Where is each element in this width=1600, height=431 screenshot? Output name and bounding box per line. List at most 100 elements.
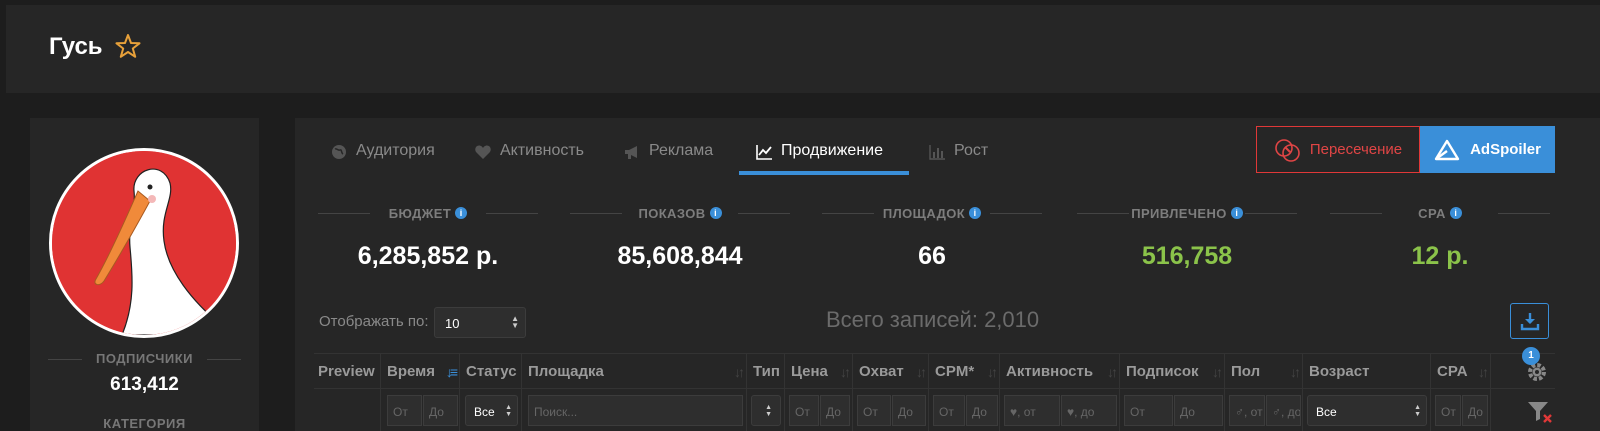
stat-value: 12 р. <box>1411 242 1469 270</box>
time-from-input[interactable]: От <box>387 395 422 426</box>
page: Гусь ПОДПИСЧИКИ 613,412 КАТЕГОРИЯ Аудито… <box>0 0 1600 431</box>
stat-value: 516,758 <box>1141 242 1233 270</box>
subs-from-input[interactable]: От <box>1124 395 1173 426</box>
filter-row: От До Все ▲ ▼ Поиск... ▲ ▼ От До От До От Д… <box>314 389 1555 431</box>
stat-cpa: CPA i 12 р. <box>1330 205 1550 271</box>
tab-label: Продвижение <box>781 142 883 159</box>
sort-icon[interactable]: ↓↑ <box>1290 364 1301 380</box>
stat-label: ПРИВЛЕЧЕНО <box>1131 205 1227 221</box>
sex-to-input[interactable]: ♂, до <box>1266 395 1301 426</box>
adspoiler-logo-icon <box>1434 139 1460 160</box>
column-cpm[interactable]: CPM* ↓↑ <box>928 354 999 390</box>
info-icon[interactable]: i <box>1230 207 1243 219</box>
time-to-input[interactable]: До <box>423 395 458 426</box>
sort-icon[interactable]: ↓↑ <box>734 364 745 380</box>
bar-chart-icon <box>929 145 945 160</box>
age-select[interactable]: Все ▲ ▼ <box>1307 395 1427 426</box>
sort-icon[interactable]: ↓↑ <box>1107 364 1118 380</box>
sort-icon[interactable]: ↓↑ <box>840 364 851 380</box>
total-records: Всего записей: 2,010 <box>826 307 1040 332</box>
column-reach[interactable]: Охват ↓↑ <box>852 354 928 390</box>
line-chart-icon <box>756 145 772 160</box>
intersect-icon <box>1275 138 1300 162</box>
sort-icon[interactable]: ↓↑ <box>1478 364 1489 380</box>
tab-ads[interactable]: Реклама <box>623 142 713 182</box>
price-to-input[interactable]: До <box>820 395 850 426</box>
page-size-select[interactable]: 10 ▲ ▼ <box>434 307 526 338</box>
stat-value: 6,285,852 р. <box>357 242 499 270</box>
stat-budget: БЮДЖЕТ i 6,285,852 р. <box>318 205 538 271</box>
tab-label: Реклама <box>649 142 714 159</box>
clear-filter-icon[interactable] <box>1527 400 1555 424</box>
globe-icon <box>332 145 346 159</box>
sort-icon[interactable]: ↓↑ <box>916 364 927 380</box>
page-size-label: Отображать по: <box>319 313 429 330</box>
column-platform[interactable]: Площадка ↓↑ <box>521 354 746 390</box>
active-tab-indicator <box>739 171 909 175</box>
cpa-to-input[interactable]: До <box>1462 395 1488 426</box>
adspoiler-button[interactable]: AdSpoiler <box>1420 126 1555 173</box>
page-header: Гусь <box>6 5 1600 93</box>
stat-label: CPA <box>1418 205 1446 221</box>
column-sex[interactable]: Пол ↓↑ <box>1224 354 1302 390</box>
megaphone-icon <box>625 146 637 159</box>
reach-from-input[interactable]: От <box>857 395 891 426</box>
subscribers-value: 613,412 <box>110 374 179 395</box>
cpm-from-input[interactable]: От <box>933 395 965 426</box>
info-icon[interactable]: i <box>709 207 722 219</box>
sort-icon[interactable]: ↓↑ <box>1212 364 1223 380</box>
sex-from-input[interactable]: ♂, от <box>1229 395 1265 426</box>
activity-to-input[interactable]: ♥, до <box>1061 395 1117 426</box>
tab-growth[interactable]: Рост <box>928 142 988 182</box>
stat-label: БЮДЖЕТ <box>388 205 452 221</box>
cpm-to-input[interactable]: До <box>966 395 998 426</box>
stat-attracted: ПРИВЛЕЧЕНО i 516,758 <box>1077 205 1297 271</box>
download-button[interactable] <box>1510 303 1549 339</box>
sort-desc-icon[interactable]: ↓≡ <box>446 364 458 380</box>
table-header: Preview Время ↓≡ Статус Площадка ↓↑ Тип Це… <box>314 353 1555 390</box>
stat-value: 85,608,844 <box>617 242 743 270</box>
stat-platforms: ПЛОЩАДОК i 66 <box>822 205 1042 271</box>
download-icon <box>1520 313 1539 331</box>
column-preview: Preview <box>318 363 375 380</box>
tab-label: Рост <box>954 142 989 159</box>
column-cpa[interactable]: CPA ↓↑ <box>1430 354 1490 390</box>
select-arrows-icon: ▲ ▼ <box>511 314 519 330</box>
page-size-value: 10 <box>445 316 460 331</box>
subscribers-label: ПОДПИСЧИКИ <box>30 351 259 366</box>
column-age: Возраст <box>1302 354 1430 390</box>
sort-icon[interactable]: ↓↑ <box>987 364 998 380</box>
price-from-input[interactable]: От <box>789 395 819 426</box>
column-type: Тип <box>746 354 784 390</box>
column-price[interactable]: Цена ↓↑ <box>784 354 852 390</box>
intersect-label: Пересечение <box>1309 141 1403 158</box>
tab-audience[interactable]: Аудитория <box>330 142 435 182</box>
category-label: КАТЕГОРИЯ <box>103 416 186 431</box>
tab-label: Аудитория <box>356 142 435 159</box>
activity-from-input[interactable]: ♥, от <box>1004 395 1060 426</box>
info-icon[interactable]: i <box>1449 207 1462 219</box>
stat-value: 66 <box>918 242 946 270</box>
page-title: Гусь <box>49 33 103 60</box>
cpa-from-input[interactable]: От <box>1435 395 1461 426</box>
tab-promotion[interactable]: Продвижение <box>755 142 883 182</box>
subs-to-input[interactable]: До <box>1174 395 1223 426</box>
column-status: Статус <box>459 354 521 390</box>
star-icon[interactable] <box>115 33 141 59</box>
settings-badge: 1 <box>1522 347 1540 365</box>
info-icon[interactable]: i <box>455 207 468 219</box>
status-select[interactable]: Все ▲ ▼ <box>465 395 518 426</box>
type-select[interactable]: ▲ ▼ <box>751 395 781 426</box>
tab-activity[interactable]: Активность <box>474 142 584 182</box>
tab-label: Активность <box>500 142 585 159</box>
stat-impressions: ПОКАЗОВ i 85,608,844 <box>570 205 790 271</box>
platform-search-input[interactable]: Поиск... <box>528 395 743 426</box>
column-time[interactable]: Время ↓≡ <box>380 354 459 390</box>
column-activity[interactable]: Активность ↓↑ <box>999 354 1119 390</box>
avatar <box>49 148 239 338</box>
intersect-button[interactable]: Пересечение <box>1256 126 1420 173</box>
adspoiler-label: AdSpoiler <box>1470 141 1541 158</box>
info-icon[interactable]: i <box>969 207 982 219</box>
reach-to-input[interactable]: До <box>892 395 926 426</box>
column-subscriptions[interactable]: Подписок ↓↑ <box>1119 354 1224 390</box>
